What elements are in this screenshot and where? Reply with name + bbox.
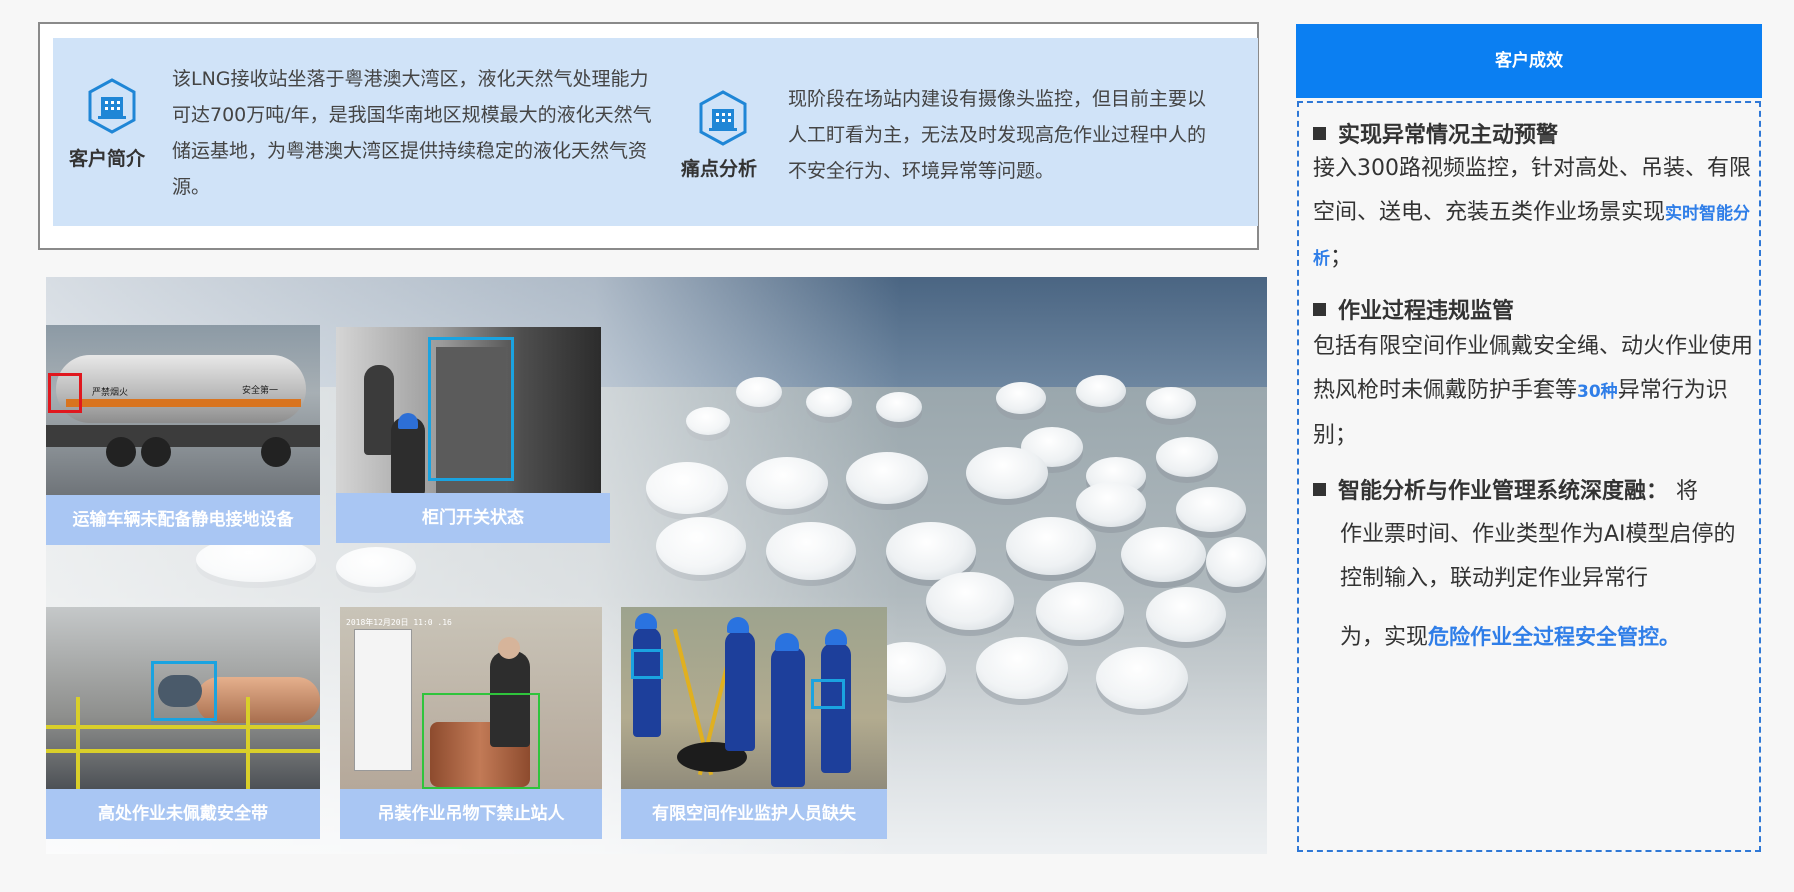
truck-sign-fire: 严禁烟火 bbox=[92, 388, 129, 398]
square-bullet-icon bbox=[1313, 303, 1326, 316]
scene-photo-panel: 严禁烟火 安全第一 运输车辆未配备静电接地设备 柜门开关状态 高处作业未佩戴安全… bbox=[46, 277, 1267, 854]
result-highlight: 30种 bbox=[1577, 382, 1618, 402]
building-icon bbox=[88, 78, 136, 134]
truck-wheel bbox=[141, 437, 171, 467]
scene-caption: 高处作业未佩戴安全带 bbox=[46, 789, 320, 839]
truck-wheel bbox=[261, 437, 291, 467]
building-icon bbox=[699, 90, 747, 146]
result-text: ； bbox=[1330, 245, 1353, 270]
pain-point-block: 痛点分析 现阶段在场站内建设有摄像头监控，但目前主要以人工盯看为主，无法及时发现… bbox=[673, 38, 1258, 226]
truck-sign-safety: 安全第一 bbox=[242, 386, 279, 396]
scene-lifting-work: 2018年12月20日 11:0 .16 bbox=[340, 607, 602, 789]
scene-cabinet-door bbox=[336, 327, 601, 495]
square-bullet-icon bbox=[1313, 483, 1326, 496]
customer-intro-text: 该LNG接收站坐落于粤港澳大湾区，液化天然气处理能力可达700万吨/年，是我国华… bbox=[172, 68, 652, 198]
customer-results-header: 客户成效 bbox=[1296, 24, 1762, 98]
pain-point-text: 现阶段在场站内建设有摄像头监控，但目前主要以人工盯看为主，无法及时发现高危作业过… bbox=[788, 88, 1207, 182]
worker-head bbox=[498, 637, 520, 659]
pain-point-label: 痛点分析 bbox=[681, 158, 758, 180]
worker-figure bbox=[633, 627, 661, 737]
truck-stripe bbox=[66, 399, 301, 407]
scene-caption: 运输车辆未配备静电接地设备 bbox=[46, 495, 320, 545]
result-heading-text: 实现异常情况主动预警 bbox=[1338, 123, 1559, 148]
result-paragraph-3-end: 为，实现危险作业全过程安全管控。 bbox=[1340, 615, 1753, 660]
detection-box bbox=[48, 373, 82, 413]
result-heading-text: 作业过程违规监管 bbox=[1338, 299, 1515, 324]
railing-post bbox=[76, 697, 80, 789]
worker-figure bbox=[364, 365, 394, 455]
result-paragraph-1: 接入300路视频监控，针对高处、吊装、有限空间、送电、充装五类作业场景实现实时智… bbox=[1313, 147, 1753, 281]
scene-caption: 吊装作业吊物下禁止站人 bbox=[340, 789, 602, 839]
detection-box bbox=[422, 693, 540, 789]
detection-box bbox=[811, 679, 845, 709]
scene-height-work bbox=[46, 607, 320, 789]
worker-helmet bbox=[825, 629, 847, 645]
camera-timestamp: 2018年12月20日 11:0 .16 bbox=[346, 618, 452, 627]
railing bbox=[46, 725, 320, 729]
result-heading-2: 作业过程违规监管 bbox=[1313, 293, 1514, 325]
info-card-inner: 客户简介 该LNG接收站坐落于粤港澳大湾区，液化天然气处理能力可达700万吨/年… bbox=[53, 38, 1258, 226]
result-text: 将 bbox=[1676, 479, 1699, 504]
worker-helmet bbox=[398, 413, 418, 429]
detection-box bbox=[151, 661, 217, 721]
worker-helmet bbox=[727, 617, 749, 633]
worker-helmet bbox=[635, 613, 657, 629]
result-text: 作业票时间、作业类型作为AI模型启停的控制输入，联动判定作业异常行 bbox=[1340, 522, 1736, 591]
scene-confined-space bbox=[621, 607, 887, 792]
square-bullet-icon bbox=[1313, 127, 1326, 140]
scene-caption: 柜门开关状态 bbox=[336, 493, 610, 543]
railing-post bbox=[246, 697, 250, 789]
worker-figure bbox=[771, 647, 805, 787]
scene-caption: 有限空间作业监护人员缺失 bbox=[621, 789, 887, 839]
result-heading-1: 实现异常情况主动预警 bbox=[1313, 117, 1558, 149]
railing bbox=[46, 749, 320, 753]
electrical-cabinet bbox=[354, 629, 412, 771]
worker-figure bbox=[725, 631, 755, 751]
detection-box bbox=[428, 337, 514, 481]
detection-box bbox=[631, 649, 663, 679]
info-card: 客户简介 该LNG接收站坐落于粤港澳大湾区，液化天然气处理能力可达700万吨/年… bbox=[38, 22, 1259, 250]
result-highlight: 危险作业全过程安全管控。 bbox=[1428, 625, 1681, 649]
scene-tanker-truck: 严禁烟火 安全第一 bbox=[46, 325, 320, 495]
result-paragraph-2: 包括有限空间作业佩戴安全绳、动火作业使用热风枪时未佩戴防护手套等30种异常行为识… bbox=[1313, 325, 1753, 458]
result-heading-3: 智能分析与作业管理系统深度融： 将 bbox=[1313, 473, 1698, 505]
result-text: 为，实现 bbox=[1340, 625, 1429, 650]
customer-intro-label: 客户简介 bbox=[69, 148, 146, 170]
result-heading-text: 智能分析与作业管理系统深度融： bbox=[1338, 479, 1669, 504]
worker-helmet bbox=[775, 633, 799, 651]
customer-results-box: 实现异常情况主动预警 接入300路视频监控，针对高处、吊装、有限空间、送电、充装… bbox=[1297, 101, 1761, 852]
truck-wheel bbox=[106, 437, 136, 467]
result-paragraph-3: 作业票时间、作业类型作为AI模型启停的控制输入，联动判定作业异常行 bbox=[1340, 513, 1753, 601]
customer-intro-block: 客户简介 该LNG接收站坐落于粤港澳大湾区，液化天然气处理能力可达700万吨/年… bbox=[53, 38, 673, 226]
